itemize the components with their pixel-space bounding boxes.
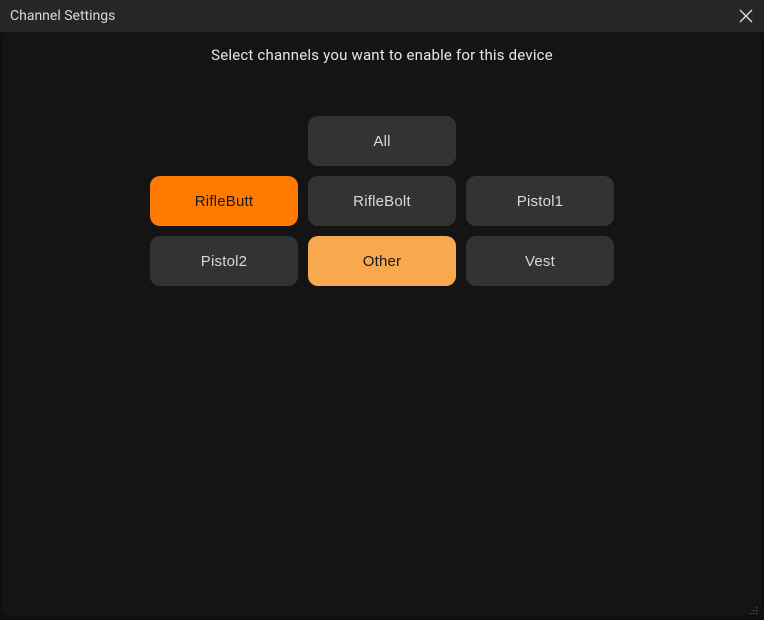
titlebar: Channel Settings	[0, 0, 764, 32]
channel-label: RifleBolt	[353, 193, 411, 210]
channel-label: Vest	[525, 253, 555, 270]
channel-button-riflebutt[interactable]: RifleButt	[150, 176, 298, 226]
window-title: Channel Settings	[10, 8, 115, 24]
channel-button-pistol2[interactable]: Pistol2	[150, 236, 298, 286]
channel-button-vest[interactable]: Vest	[466, 236, 614, 286]
channel-row: Pistol2 Other Vest	[150, 236, 614, 286]
channel-label: Pistol1	[517, 193, 563, 210]
channel-label: RifleButt	[195, 193, 254, 210]
close-button[interactable]	[736, 6, 756, 26]
channel-button-riflebolt[interactable]: RifleBolt	[308, 176, 456, 226]
content-panel: Select channels you want to enable for t…	[3, 32, 761, 615]
close-icon	[739, 9, 753, 23]
channel-buttons-area: All RifleButt RifleBolt Pistol1 Pistol2 …	[3, 116, 761, 286]
channel-label: Other	[363, 253, 402, 270]
channel-button-pistol1[interactable]: Pistol1	[466, 176, 614, 226]
resize-grip[interactable]	[747, 601, 759, 613]
resize-grip-icon	[747, 604, 759, 616]
channel-row: RifleButt RifleBolt Pistol1	[150, 176, 614, 226]
instruction-text: Select channels you want to enable for t…	[3, 32, 761, 64]
channel-button-all[interactable]: All	[308, 116, 456, 166]
channel-row: All	[308, 116, 456, 166]
channel-label: Pistol2	[201, 253, 247, 270]
channel-label: All	[373, 133, 390, 150]
channel-button-other[interactable]: Other	[308, 236, 456, 286]
